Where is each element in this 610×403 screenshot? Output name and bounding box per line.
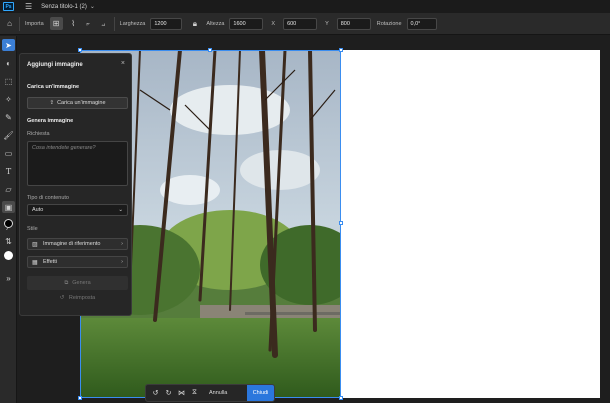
y-label: Y [325,20,329,27]
content-type-select[interactable]: Auto ⌄ [27,204,128,216]
generate-icon: ⧉ [64,279,69,286]
effects-label: Effetti [43,259,57,265]
flip-vertical-icon[interactable]: ⧖ [188,389,201,397]
generate-button-label: Genera [72,280,91,286]
generate-section-heading: Genera immagine [27,118,74,124]
options-bar: ⌂ Importa ⊞ ⌇ ⟔ ⟓ Larghezza 1200 🔒︎ Alte… [0,13,610,35]
photoshop-app: Ps ☰ Senza titolo-1 (2) ⌄ ⌂ Importa ⊞ ⌇ … [0,0,610,403]
prompt-textarea[interactable]: Cosa intendete generare? [27,141,128,186]
distort-icon[interactable]: ⟔ [82,17,95,30]
selection-tool-icon[interactable]: ⬚ [2,75,15,87]
brush-icon[interactable]: 🖌︎ [2,129,15,141]
move-tool-icon[interactable]: ➤ [2,39,15,51]
y-field[interactable]: 800 [336,17,371,30]
transform-icon[interactable]: ⊞ [49,17,63,30]
warp-icon[interactable]: ⌇ [67,17,80,30]
width-label: Larghezza [119,20,146,27]
chevron-down-icon[interactable]: ⌄ [90,3,95,10]
divider [113,16,115,31]
chevron-right-icon: › [121,241,123,247]
lock-icon[interactable]: 🔒︎ [188,17,201,30]
close-button[interactable]: Chiudi [247,385,274,401]
import-button[interactable]: Importa [25,21,44,27]
reset-button[interactable]: ↺ Reimposta [27,295,128,301]
x-label: X [271,20,276,27]
rotation-field[interactable]: 0,0° [406,17,437,30]
document-title[interactable]: Senza titolo-1 (2) [41,4,87,10]
add-image-panel: Aggiungi immagine × Carica un'immagine ⇪… [19,53,132,316]
height-field[interactable]: 1600 [229,17,264,30]
expand-toolbar-icon[interactable]: » [2,272,15,284]
transform-action-bar: ↺ ↻ ⋈ ⧖ Annulla Chiudi [145,384,275,402]
prompt-label: Richiesta [27,131,50,137]
height-label: Altezza [206,20,225,27]
panel-title: Aggiungi immagine [27,62,83,68]
upload-icon: ⇪ [49,100,55,106]
title-bar: Ps ☰ Senza titolo-1 (2) ⌄ [0,0,610,13]
cancel-button[interactable]: Annulla [209,390,227,396]
magic-wand-icon[interactable]: ✧ [2,93,15,105]
menu-icon[interactable]: ☰ [25,2,32,11]
home-icon[interactable]: ⌂ [3,17,16,30]
generate-button[interactable]: ⧉ Genera [27,276,128,290]
chevron-down-icon: ⌄ [118,207,123,213]
background-color-swatch[interactable] [4,251,13,260]
text-tool-icon[interactable]: T [2,165,15,177]
tools-panel: ➤ ◐ ⬚ ✧ ✎ 🖌︎ ▭ T ▱ ▣ ⁄ ⇅ » [0,36,17,403]
divider [19,16,20,31]
shape-tool-icon[interactable]: ▱ [2,183,15,195]
reference-image-row[interactable]: ▨ Immagine di riferimento › [27,238,128,250]
eraser-icon[interactable]: ▭ [2,147,15,159]
style-label: Stile [27,226,38,232]
foreground-color-swatch[interactable] [4,219,13,228]
document-canvas[interactable] [80,50,600,398]
perspective-icon[interactable]: ⟓ [97,17,110,30]
app-logo: Ps [3,2,14,11]
width-field[interactable]: 1200 [150,17,183,30]
upload-button-label: Carica un'immagine [57,100,106,106]
close-icon[interactable]: × [121,60,125,67]
add-image-icon[interactable]: ▣ [2,201,15,213]
content-type-value: Auto [32,207,44,213]
image-icon: ▨ [32,241,38,248]
reset-icon: ↺ [59,295,65,301]
rotation-label: Rotazione [376,20,402,27]
rotate-left-icon[interactable]: ↺ [149,389,162,397]
rotate-right-icon[interactable]: ↻ [162,389,175,397]
effects-row[interactable]: ▦ Effetti › [27,256,128,268]
layers-tool-icon[interactable]: ◐ [2,57,15,69]
reset-button-label: Reimposta [68,295,96,301]
content-type-label: Tipo di contenuto [27,195,69,201]
chevron-right-icon: › [121,259,123,265]
healing-brush-icon[interactable]: ✎ [2,111,15,123]
flip-horizontal-icon[interactable]: ⋈ [175,389,188,397]
x-field[interactable]: 600 [283,17,318,30]
upload-image-button[interactable]: ⇪ Carica un'immagine [27,97,128,109]
swap-colors-icon[interactable]: ⇅ [2,235,15,247]
prompt-placeholder: Cosa intendete generare? [32,145,96,151]
effects-icon: ▦ [32,259,38,266]
reference-image-label: Immagine di riferimento [43,241,101,247]
upload-section-heading: Carica un'immagine [27,84,80,90]
